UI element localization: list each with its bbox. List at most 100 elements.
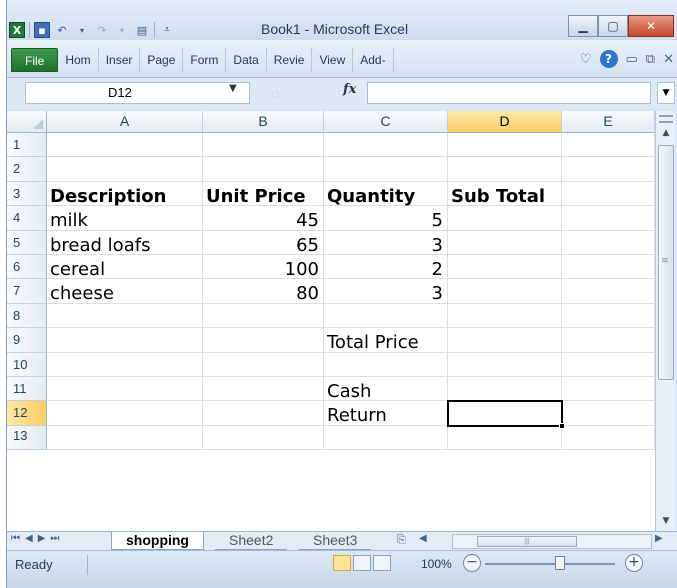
- tab-home[interactable]: Hom: [58, 48, 99, 72]
- cell-b4[interactable]: 45: [203, 206, 324, 231]
- cell-a2[interactable]: [47, 157, 203, 182]
- cell-d2[interactable]: [448, 157, 562, 182]
- cell-c1[interactable]: [324, 133, 448, 158]
- zoom-slider-track[interactable]: [485, 563, 615, 565]
- cell-e1[interactable]: [562, 133, 655, 158]
- vertical-scrollbar[interactable]: ▲ ≡ ▼: [655, 111, 675, 531]
- redo-dropdown-icon[interactable]: ▾: [114, 22, 130, 38]
- tab-formulas[interactable]: Form: [183, 48, 227, 72]
- fill-handle[interactable]: [559, 422, 565, 429]
- cell-c2[interactable]: [324, 157, 448, 182]
- cell-c5[interactable]: 3: [324, 230, 448, 256]
- cell-a1[interactable]: [47, 133, 203, 158]
- cell-b8[interactable]: [203, 303, 324, 329]
- tab-insert[interactable]: Inser: [99, 48, 141, 72]
- prev-sheet-icon[interactable]: ◀: [25, 533, 33, 544]
- cell-b9[interactable]: [203, 328, 324, 353]
- cell-e10[interactable]: [562, 352, 655, 377]
- cell-c13[interactable]: [324, 425, 448, 451]
- row-header-12[interactable]: 12: [7, 401, 47, 426]
- worksheet-grid[interactable]: A B C D E 1 2 3 Description Unit Price Quantity Sub…: [7, 111, 655, 531]
- cell-c7[interactable]: 3: [324, 279, 448, 304]
- column-header-d[interactable]: D: [448, 111, 562, 133]
- workbook-restore-icon[interactable]: ⧉: [646, 52, 655, 67]
- zoom-slider-knob[interactable]: [555, 556, 565, 570]
- cell-a7[interactable]: cheese: [47, 279, 203, 304]
- first-sheet-icon[interactable]: ⏮: [11, 533, 20, 544]
- row-header-1[interactable]: 1: [7, 133, 47, 158]
- row-header-3[interactable]: 3: [7, 181, 47, 207]
- formula-input[interactable]: [367, 82, 651, 104]
- tab-add-ins[interactable]: Add-: [353, 48, 394, 72]
- scroll-down-icon[interactable]: ▼: [657, 513, 675, 530]
- cell-b7[interactable]: 80: [203, 279, 324, 304]
- cell-b6[interactable]: 100: [203, 255, 324, 280]
- tab-page-layout[interactable]: Page: [140, 48, 184, 72]
- undo-dropdown-icon[interactable]: ▾: [74, 22, 90, 38]
- cell-a5[interactable]: bread loafs: [47, 230, 203, 256]
- cell-d5[interactable]: [448, 230, 562, 255]
- cell-c10[interactable]: [324, 352, 448, 377]
- cell-d8[interactable]: [448, 303, 562, 329]
- cell-d6[interactable]: [448, 255, 562, 280]
- cell-e8[interactable]: [562, 303, 655, 329]
- cell-b12[interactable]: [203, 401, 324, 426]
- cell-a10[interactable]: [47, 352, 203, 377]
- cell-b10[interactable]: [203, 352, 324, 377]
- scroll-right-icon[interactable]: ▶: [655, 533, 663, 544]
- cell-c4[interactable]: 5: [324, 206, 448, 231]
- undo-icon[interactable]: ↶: [54, 22, 70, 38]
- sheet-tab-sheet2[interactable]: Sheet2: [215, 532, 288, 550]
- row-header-10[interactable]: 10: [7, 352, 47, 377]
- workbook-minimize-icon[interactable]: ▭: [626, 52, 638, 67]
- cell-c12[interactable]: Return: [324, 401, 448, 426]
- zoom-level[interactable]: 100%: [421, 557, 452, 571]
- cell-a6[interactable]: cereal: [47, 255, 203, 280]
- cell-c6[interactable]: 2: [324, 255, 448, 280]
- cell-e13[interactable]: [562, 425, 655, 451]
- name-box-dropdown-icon[interactable]: ▼: [229, 83, 237, 94]
- cancel-entry-icon[interactable]: ◌: [271, 85, 279, 101]
- excel-icon[interactable]: X: [9, 22, 25, 38]
- cell-b2[interactable]: [203, 157, 324, 182]
- cell-c3[interactable]: Quantity: [324, 181, 448, 207]
- cell-e7[interactable]: [562, 279, 655, 304]
- cell-c9[interactable]: Total Price: [324, 328, 448, 353]
- split-box-icon[interactable]: [659, 115, 673, 123]
- row-header-6[interactable]: 6: [7, 255, 47, 280]
- zoom-out-icon[interactable]: −: [463, 554, 481, 572]
- cell-a11[interactable]: [47, 377, 203, 402]
- row-header-5[interactable]: 5: [7, 230, 47, 255]
- cell-a12[interactable]: [47, 401, 203, 426]
- cell-c8[interactable]: [324, 303, 448, 329]
- cell-d3[interactable]: Sub Total: [448, 181, 562, 207]
- column-header-b[interactable]: B: [203, 111, 324, 133]
- cell-e6[interactable]: [562, 255, 655, 280]
- cell-d7[interactable]: [448, 279, 562, 304]
- cell-e11[interactable]: [562, 377, 655, 402]
- cell-a3[interactable]: Description: [47, 181, 203, 207]
- close-button[interactable]: ✕: [628, 15, 674, 37]
- cell-e12[interactable]: [562, 401, 655, 426]
- restore-button[interactable]: ▢: [598, 15, 628, 37]
- cell-b5[interactable]: 65: [203, 230, 324, 256]
- cell-d9[interactable]: [448, 328, 562, 353]
- page-layout-view-button[interactable]: [353, 555, 371, 571]
- row-header-9[interactable]: 9: [7, 328, 47, 353]
- cell-a13[interactable]: [47, 425, 203, 451]
- cell-b3[interactable]: Unit Price: [203, 181, 324, 207]
- cell-e4[interactable]: [562, 206, 655, 231]
- cell-c11[interactable]: Cash: [324, 377, 448, 402]
- cell-e3[interactable]: [562, 181, 655, 207]
- cell-e9[interactable]: [562, 328, 655, 353]
- help-icon[interactable]: ?: [599, 50, 618, 68]
- horizontal-scrollbar[interactable]: |||: [452, 534, 652, 549]
- workbook-close-icon[interactable]: ✕: [663, 52, 674, 67]
- customize-qat-icon[interactable]: ⩡: [159, 22, 175, 38]
- column-header-c[interactable]: C: [324, 111, 448, 133]
- save-icon[interactable]: ▪: [34, 22, 50, 38]
- cell-a4[interactable]: milk: [47, 206, 203, 231]
- row-header-13[interactable]: 13: [7, 425, 47, 451]
- cell-b11[interactable]: [203, 377, 324, 402]
- next-sheet-icon[interactable]: ▶: [38, 533, 46, 544]
